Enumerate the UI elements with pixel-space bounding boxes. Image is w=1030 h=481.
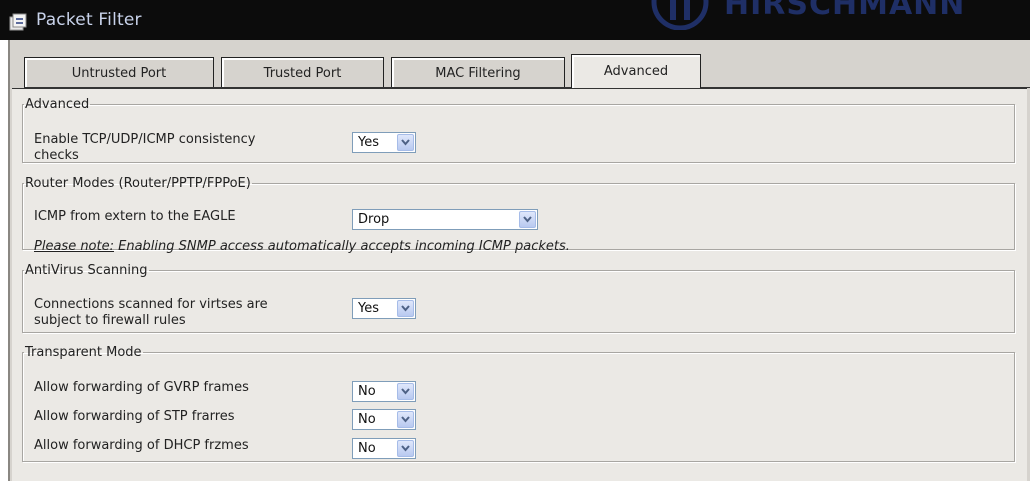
chevron-down-icon[interactable] [397, 300, 414, 317]
tab-advanced[interactable]: Advanced [571, 54, 701, 88]
antivirus-legend: AntiVirus Scanning [25, 263, 148, 278]
chevron-down-icon[interactable] [519, 211, 536, 228]
chevron-down-icon[interactable] [397, 411, 414, 428]
chevron-down-icon[interactable] [397, 134, 414, 151]
hirschmann-logo-icon [651, 0, 709, 30]
snmp-note: Please note: Enabling SNMP access automa… [34, 239, 570, 254]
gvrp-select-value: No [358, 384, 376, 399]
transparent-mode-legend: Transparent Mode [25, 345, 142, 360]
dhcp-select[interactable]: No [352, 438, 416, 459]
tab-strip: Untrusted Port Trusted Port MAC Filterin… [24, 54, 1030, 88]
antivirus-group: AntiVirus Scanning Connections scanned f… [22, 263, 1015, 333]
stp-select-value: No [358, 412, 376, 427]
icmp-select[interactable]: Drop [352, 209, 538, 230]
antivirus-label: Connections scanned for virtses are subj… [34, 297, 268, 329]
advanced-group: Advanced Enable TCP/UDP/ICMP consistency… [22, 97, 1015, 163]
gvrp-label: Allow forwarding of GVRP frames [34, 380, 249, 395]
tab-untrusted-port[interactable]: Untrusted Port [24, 57, 214, 88]
advanced-content: Advanced Enable TCP/UDP/ICMP consistency… [12, 88, 1027, 481]
title-bar: Packet Filter HIRSCHMANN [0, 0, 1030, 40]
chevron-down-icon[interactable] [397, 383, 414, 400]
window-title: Packet Filter [36, 10, 142, 30]
advanced-legend: Advanced [25, 97, 90, 112]
icmp-label: ICMP from extern to the EAGLE [34, 209, 236, 224]
antivirus-label-line1: Connections scanned for virtses are [34, 297, 268, 312]
snmp-note-text: Enabling SNMP access automatically accep… [114, 239, 570, 254]
gvrp-select[interactable]: No [352, 381, 416, 402]
antivirus-select-value: Yes [358, 301, 379, 316]
consistency-select[interactable]: Yes [352, 132, 416, 153]
tab-mac-filtering[interactable]: MAC Filtering [391, 57, 565, 88]
consistency-label-line1: Enable TCP/UDP/ICMP consistency [34, 132, 256, 147]
dhcp-select-value: No [358, 441, 376, 456]
icmp-select-value: Drop [358, 212, 390, 227]
router-modes-legend: Router Modes (Router/PPTP/FPPoE) [25, 176, 251, 191]
consistency-label: Enable TCP/UDP/ICMP consistency checks [34, 132, 255, 164]
tab-trusted-port[interactable]: Trusted Port [221, 57, 384, 88]
please-note-link[interactable]: Please note: [34, 239, 114, 254]
consistency-label-line2: checks [34, 148, 79, 163]
consistency-select-value: Yes [358, 135, 379, 150]
stp-label: Allow forwarding of STP frarres [34, 409, 235, 424]
main-panel: Untrusted Port Trusted Port MAC Filterin… [8, 40, 1030, 481]
brand-wordmark: HIRSCHMANN [724, 0, 966, 22]
packet-filter-icon [9, 13, 27, 31]
router-modes-group: Router Modes (Router/PPTP/FPPoE) ICMP fr… [22, 176, 1015, 254]
stp-select[interactable]: No [352, 409, 416, 430]
dhcp-label: Allow forwarding of DHCP frzmes [34, 438, 249, 453]
chevron-down-icon[interactable] [397, 440, 414, 457]
antivirus-select[interactable]: Yes [352, 298, 416, 319]
antivirus-label-line2: subject to firewall rules [34, 313, 186, 328]
transparent-mode-group: Transparent Mode Allow forwarding of GVR… [22, 345, 1015, 462]
